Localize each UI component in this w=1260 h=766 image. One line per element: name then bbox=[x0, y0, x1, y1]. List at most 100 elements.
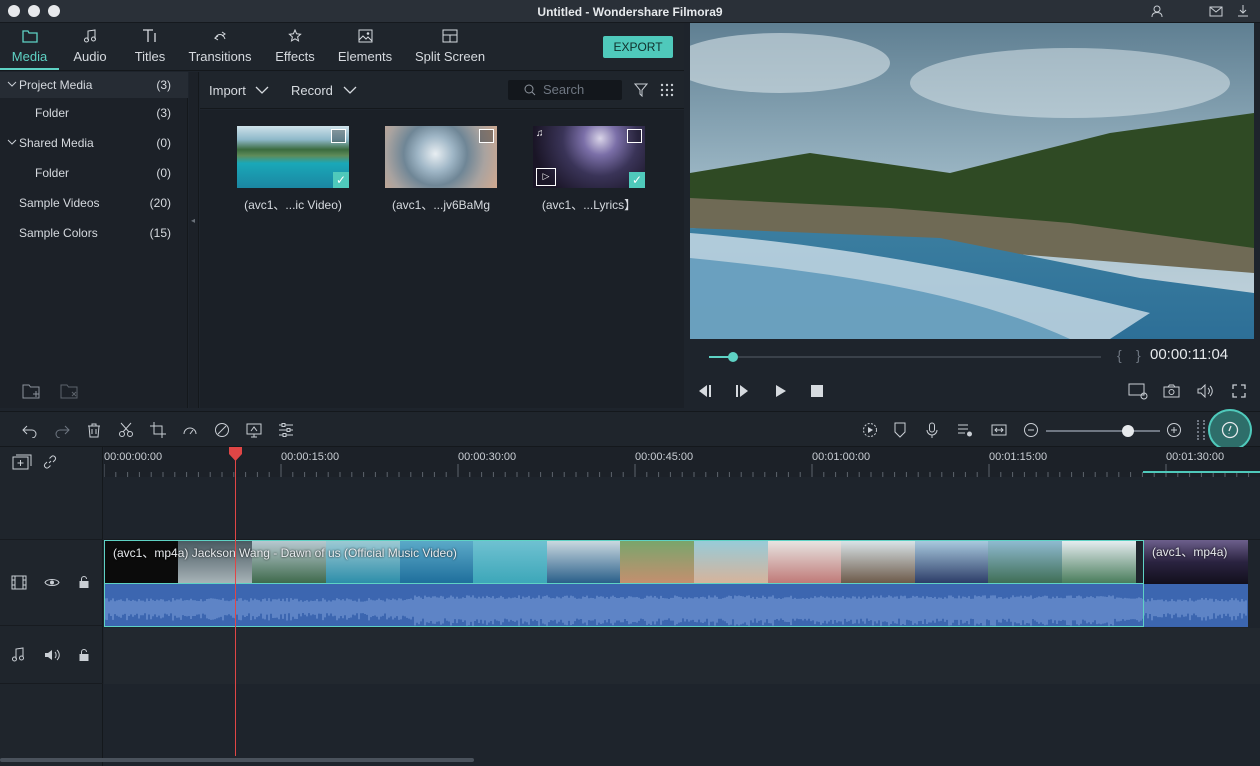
crop-icon[interactable] bbox=[150, 422, 166, 438]
link-icon[interactable] bbox=[42, 454, 58, 470]
lock-icon[interactable] bbox=[78, 575, 90, 589]
cut-icon[interactable] bbox=[118, 422, 134, 438]
adjust-icon[interactable] bbox=[278, 422, 294, 438]
fit-timeline-icon[interactable] bbox=[991, 422, 1007, 438]
timeline-scrollbar[interactable] bbox=[0, 758, 474, 762]
title-bar: Untitled - Wondershare Filmora9 bbox=[0, 0, 1260, 23]
media-thumbnail[interactable] bbox=[385, 126, 497, 188]
tree-item-label: Folder bbox=[35, 166, 70, 180]
tree-item-folder[interactable]: Folder (3) bbox=[0, 100, 188, 126]
audio-waveform-clip[interactable] bbox=[104, 584, 1144, 627]
new-folder-icon[interactable] bbox=[22, 382, 42, 400]
media-caption: (avc1、...jv6BaMg bbox=[391, 198, 491, 212]
help-button[interactable] bbox=[1208, 409, 1252, 451]
delete-folder-icon[interactable] bbox=[60, 382, 80, 400]
filter-icon[interactable] bbox=[634, 83, 648, 97]
video-clip-icon bbox=[627, 129, 642, 143]
video-track-header bbox=[0, 539, 103, 626]
render-icon[interactable] bbox=[862, 422, 878, 438]
playhead-handle-icon[interactable] bbox=[228, 447, 243, 461]
add-track-icon[interactable] bbox=[12, 454, 32, 470]
export-button[interactable]: EXPORT bbox=[603, 36, 673, 58]
tab-titles-label: Titles bbox=[134, 49, 166, 64]
video-clip[interactable]: (avc1、mp4a) Jackson Wang - Dawn of us (O… bbox=[104, 540, 1144, 584]
tree-item-project-media[interactable]: Project Media (3) bbox=[0, 72, 188, 98]
mark-in-icon[interactable]: { bbox=[1117, 347, 1122, 363]
preview-progress-handle[interactable] bbox=[727, 352, 738, 362]
tab-elements[interactable]: Elements bbox=[333, 23, 397, 70]
tab-audio[interactable]: Audio bbox=[62, 23, 118, 70]
stop-icon[interactable] bbox=[811, 385, 823, 397]
fullscreen-icon[interactable] bbox=[1232, 384, 1246, 398]
audio-waveform-clip[interactable] bbox=[1144, 584, 1248, 627]
media-grid: ✓ (avc1、...ic Video) (avc1、...jv6BaMg ♫ … bbox=[200, 110, 684, 408]
color-icon[interactable] bbox=[214, 422, 230, 438]
zoom-slider-handle[interactable] bbox=[1122, 425, 1135, 437]
tree-item-count: (20) bbox=[149, 196, 171, 210]
record-dropdown[interactable]: Record bbox=[291, 83, 357, 98]
media-caption: (avc1、...Lyrics】 bbox=[541, 198, 637, 212]
eye-icon[interactable] bbox=[44, 577, 60, 588]
mark-out-icon[interactable]: } bbox=[1136, 347, 1141, 363]
clip-title: (avc1、mp4a) Jackson Wang - Dawn of us (O… bbox=[113, 546, 457, 560]
timeline-ruler[interactable]: 00:00:00:00 00:00:15:00 00:00:30:00 00:0… bbox=[104, 447, 1260, 477]
delete-icon[interactable] bbox=[86, 422, 102, 438]
video-clip-icon bbox=[331, 129, 346, 143]
audio-meter-icon[interactable] bbox=[1197, 420, 1205, 440]
empty-track[interactable] bbox=[104, 478, 1260, 540]
tree-item-count: (15) bbox=[149, 226, 171, 240]
mail-icon[interactable] bbox=[1209, 4, 1223, 18]
lock-icon[interactable] bbox=[78, 648, 90, 662]
playhead[interactable] bbox=[229, 447, 242, 756]
tree-item-label: Folder bbox=[35, 106, 70, 120]
account-icon[interactable] bbox=[1150, 4, 1164, 18]
video-clip[interactable]: (avc1、mp4a) bbox=[1144, 540, 1248, 584]
play-pause-frame-icon[interactable] bbox=[734, 384, 750, 398]
redo-icon[interactable] bbox=[54, 422, 70, 438]
media-caption: (avc1、...ic Video) bbox=[244, 198, 342, 212]
panel-splitter[interactable]: ◂ bbox=[189, 72, 199, 408]
volume-icon[interactable] bbox=[44, 649, 60, 661]
snapshot-camera-icon[interactable] bbox=[1163, 384, 1180, 398]
preview-progress-track[interactable] bbox=[709, 352, 1101, 362]
collapse-arrow-icon: ◂ bbox=[191, 216, 196, 225]
grid-view-icon[interactable] bbox=[660, 83, 674, 97]
tree-item-folder[interactable]: Folder (0) bbox=[0, 160, 188, 186]
checkmark-icon: ✓ bbox=[333, 172, 349, 188]
tree-item-sample-videos[interactable]: Sample Videos (20) bbox=[0, 190, 188, 216]
tab-transitions[interactable]: Transitions bbox=[183, 23, 257, 70]
download-icon[interactable] bbox=[1236, 4, 1250, 18]
zoom-in-icon[interactable] bbox=[1166, 422, 1182, 438]
play-icon[interactable] bbox=[774, 384, 788, 398]
audio-track[interactable] bbox=[104, 628, 1260, 684]
tree-item-shared-media[interactable]: Shared Media (0) bbox=[0, 130, 188, 156]
volume-icon[interactable] bbox=[1197, 384, 1215, 398]
green-screen-icon[interactable] bbox=[246, 422, 262, 438]
tab-split-screen[interactable]: Split Screen bbox=[408, 23, 492, 70]
tab-effects-label: Effects bbox=[275, 49, 315, 64]
import-dropdown[interactable]: Import bbox=[209, 83, 269, 98]
video-track-icon bbox=[11, 575, 27, 590]
zoom-slider[interactable] bbox=[1046, 425, 1160, 437]
render-status-bar bbox=[1143, 471, 1260, 473]
chevron-down-icon bbox=[7, 129, 17, 155]
tree-item-sample-colors[interactable]: Sample Colors (15) bbox=[0, 220, 188, 246]
tab-effects[interactable]: Effects bbox=[266, 23, 324, 70]
previous-frame-icon[interactable] bbox=[696, 384, 712, 398]
preview-viewer[interactable] bbox=[690, 23, 1254, 339]
ruler-label: 00:01:15:00 bbox=[989, 451, 1048, 463]
marker-icon[interactable] bbox=[892, 422, 908, 438]
tab-titles[interactable]: Titles bbox=[121, 23, 179, 70]
record-label: Record bbox=[291, 83, 333, 98]
search-input[interactable]: Search bbox=[508, 80, 622, 100]
zoom-out-icon[interactable] bbox=[1023, 422, 1039, 438]
media-thumbnail[interactable]: ✓ bbox=[237, 126, 349, 188]
media-thumbnail[interactable]: ♫ ▷ ✓ bbox=[533, 126, 645, 188]
voiceover-icon[interactable] bbox=[957, 422, 973, 438]
tab-media[interactable]: Media bbox=[0, 23, 59, 70]
undo-icon[interactable] bbox=[22, 422, 38, 438]
tab-split-screen-label: Split Screen bbox=[414, 49, 486, 64]
render-preview-icon[interactable] bbox=[1128, 383, 1148, 400]
microphone-icon[interactable] bbox=[924, 422, 940, 438]
speed-icon[interactable] bbox=[182, 422, 198, 438]
